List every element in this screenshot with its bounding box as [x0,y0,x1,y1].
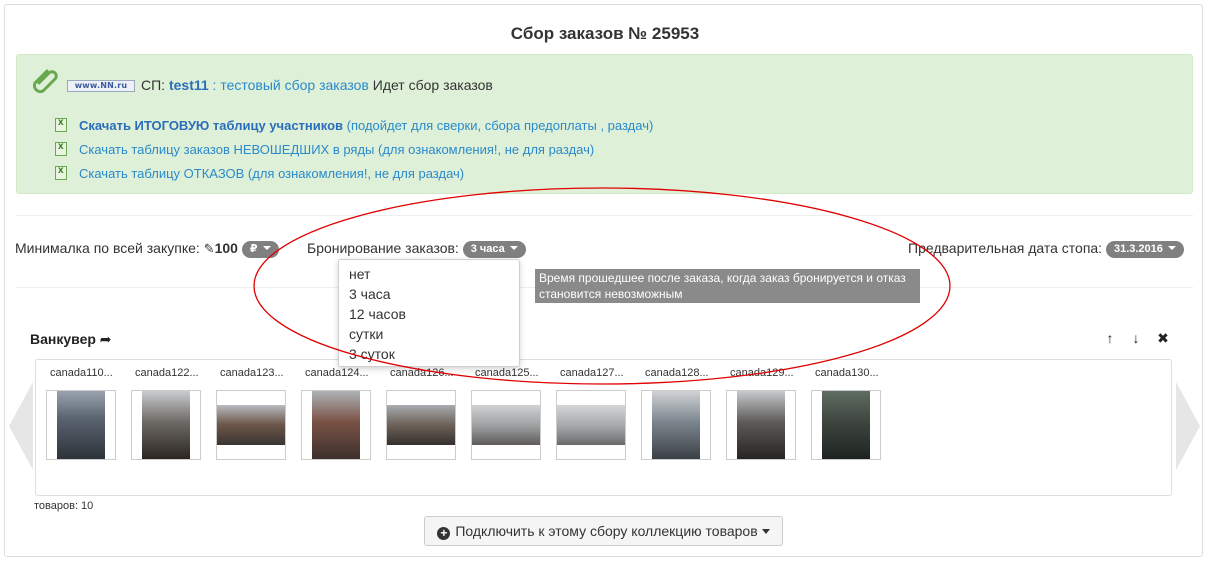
booking-option-day[interactable]: сутки [339,324,519,344]
organizer-link[interactable]: test11 [169,77,209,93]
download-final-label: Скачать ИТОГОВУЮ таблицу участников [79,118,344,133]
download-refusals-label: Скачать таблицу ОТКАЗОВ (для ознакомлени… [79,166,465,181]
page-title: Сбор заказов № 25953 [510,24,700,43]
pencil-icon[interactable]: ✎ [204,241,215,256]
plus-circle-icon: + [437,527,451,540]
product-name: canada126... [390,367,454,379]
currency-select[interactable]: ₽ [241,241,279,258]
product-thumbnail[interactable] [811,390,881,460]
product-card[interactable]: canada126... [386,367,468,460]
product-card[interactable]: canada129... [726,367,808,460]
product-count: товаров: 10 [34,500,94,512]
connect-collection-button[interactable]: + Подключить к этому сбору коллекцию това… [424,516,783,546]
stop-date-select[interactable]: 31.3.2016 [1105,241,1184,258]
product-card[interactable]: canada110... [46,367,128,460]
chevron-down-icon [262,246,271,250]
booking-value: 3 часа [470,243,505,255]
product-name: canada123... [220,367,284,379]
nn-logo: www.NN.ru [67,80,135,92]
product-card[interactable]: canada123... [216,367,298,460]
booking-option-12h[interactable]: 12 часов [339,304,519,324]
product-photo [57,391,105,459]
product-photo [312,391,360,459]
booking-dropdown-menu: нет 3 часа 12 часов сутки 3 суток [338,259,520,367]
product-thumbnail[interactable] [726,390,796,460]
stop-date-label: Предварительная дата стопа: [908,240,1103,256]
product-thumbnail[interactable] [556,390,626,460]
product-photo [822,391,870,459]
booking-tooltip: Время прошедшее после заказа, когда зака… [535,269,920,303]
product-thumbnail[interactable] [641,390,711,460]
collection-title-text: Ванкувер [30,331,96,347]
close-icon[interactable]: ✖ [1157,330,1169,347]
collection-title[interactable]: Ванкувер ➦ [30,331,112,348]
collection-info-box: www.NN.ru СП: test11 : тестовый сбор зак… [16,54,1193,194]
product-name: canada127... [560,367,624,379]
share-arrow-icon[interactable]: ➦ [100,331,112,347]
gallery-prev-arrow[interactable] [9,382,33,470]
excel-icon [55,141,67,156]
gallery-next-arrow[interactable] [1176,382,1200,470]
product-name: canada128... [645,367,709,379]
paperclip-icon [32,69,58,94]
booking-option-3h[interactable]: 3 часа [339,284,519,304]
excel-icon [55,165,67,180]
collection-link[interactable]: тестовый сбор заказов [220,77,369,93]
product-photo [387,405,455,445]
download-final-table-link[interactable]: Скачать ИТОГОВУЮ таблицу участников (под… [55,117,654,133]
move-up-icon[interactable]: ↑ [1104,330,1116,346]
divider [16,215,1193,216]
minimum-order-group: Минималка по всей закупке: ✎100 ₽ [15,240,279,258]
product-photo [737,391,785,459]
product-name: canada110... [50,367,113,379]
product-thumbnail[interactable] [386,390,456,460]
product-photo [557,405,625,445]
chevron-down-icon [1167,246,1176,250]
minimum-label: Минималка по всей закупке: [15,240,200,256]
product-thumbnail[interactable] [471,390,541,460]
product-gallery: canada110... canada122... canada123... c… [35,359,1172,496]
booking-select[interactable]: 3 часа [462,241,526,258]
product-card[interactable]: canada122... [131,367,213,460]
minimum-value[interactable]: 100 [215,240,238,256]
product-name: canada130... [815,367,879,379]
product-name: canada125... [475,367,539,379]
currency-value: ₽ [249,243,258,255]
product-card[interactable]: canada125... [471,367,553,460]
booking-option-none[interactable]: нет [339,264,519,284]
sp-line: СП: test11 : тестовый сбор заказов Идет … [141,77,493,93]
stop-date-value: 31.3.2016 [1113,243,1163,255]
product-card[interactable]: canada124... [301,367,383,460]
booking-option-3days[interactable]: 3 суток [339,344,519,364]
product-photo [142,391,190,459]
product-thumbnail[interactable] [46,390,116,460]
product-photo [652,391,700,459]
separator: : [212,77,217,93]
stop-date-group: Предварительная дата стопа: 31.3.2016 [908,240,1184,258]
product-name: canada124... [305,367,369,379]
product-name: canada122... [135,367,199,379]
status-text: Идет сбор заказов [372,77,493,93]
download-final-note: (подойдет для сверки, сбора предоплаты ,… [343,118,654,133]
chevron-down-icon [509,246,518,250]
sp-prefix: СП: [141,77,166,93]
product-thumbnail[interactable] [216,390,286,460]
product-thumbnail[interactable] [301,390,371,460]
download-refusals-table-link[interactable]: Скачать таблицу ОТКАЗОВ (для ознакомлени… [55,165,465,181]
booking-group: Бронирование заказов: 3 часа [307,240,526,258]
booking-label: Бронирование заказов: [307,240,459,256]
product-photo [217,405,285,445]
excel-icon [55,117,67,132]
product-card[interactable]: canada128... [641,367,723,460]
product-card[interactable]: canada130... [811,367,893,460]
chevron-down-icon [761,529,770,534]
product-name: canada129... [730,367,794,379]
product-card[interactable]: canada127... [556,367,638,460]
product-thumbnail[interactable] [131,390,201,460]
move-down-icon[interactable]: ↓ [1130,330,1142,346]
download-unplaced-label: Скачать таблицу заказов НЕВОШЕДШИХ в ряд… [79,142,595,157]
download-unplaced-table-link[interactable]: Скачать таблицу заказов НЕВОШЕДШИХ в ряд… [55,141,595,157]
product-photo [472,405,540,445]
connect-collection-label: Подключить к этому сбору коллекцию товар… [455,523,758,539]
